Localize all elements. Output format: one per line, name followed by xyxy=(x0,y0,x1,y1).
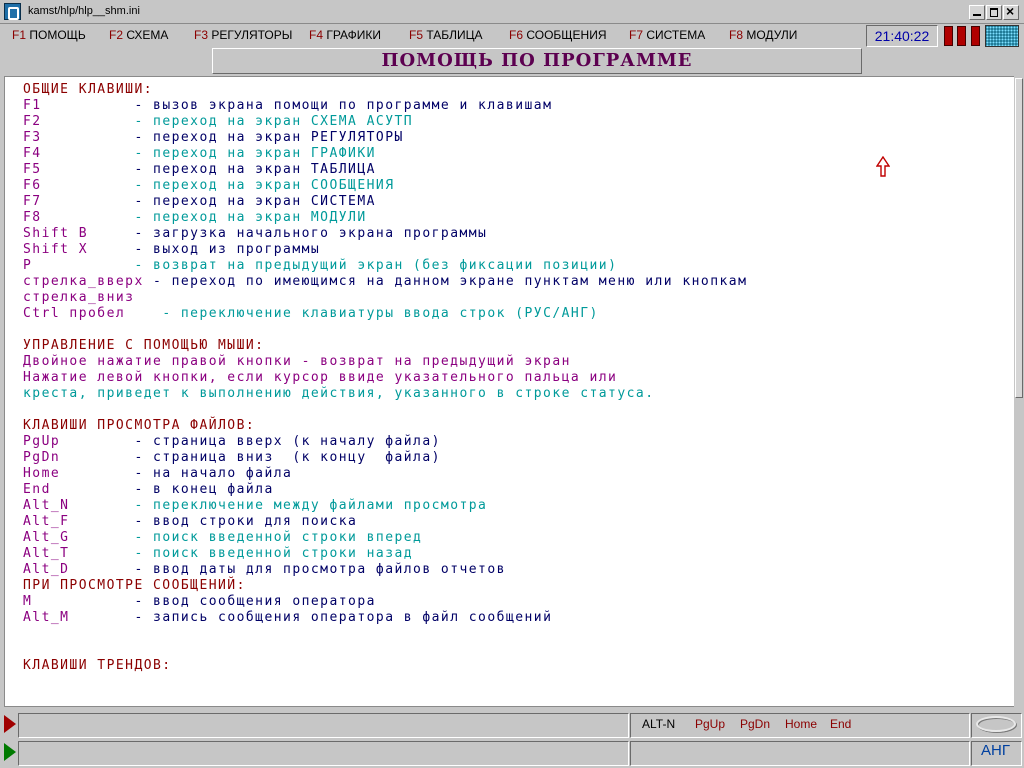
help-row: F5 - переход на экран ТАБЛИЦА xyxy=(23,162,376,177)
help-row: PgUp - страница вверх (к началу файла) xyxy=(23,434,441,449)
help-row: Alt_T - поиск введенной строки назад xyxy=(23,546,414,561)
help-row: PgDn - страница вниз (к концу файла) xyxy=(23,450,441,465)
menu-item-regulators[interactable]: F3 РЕГУЛЯТОРЫ xyxy=(194,28,292,42)
menu-item-graphs[interactable]: F4 ГРАФИКИ xyxy=(309,28,381,42)
status-grid-indicator[interactable] xyxy=(985,25,1019,47)
status-message-field xyxy=(18,713,629,738)
help-row: Alt_D - ввод даты для просмотра файлов о… xyxy=(23,562,506,577)
alarm-triangle-icon[interactable] xyxy=(4,715,16,733)
help-row: F7 - переход на экран СИСТЕМА xyxy=(23,194,376,209)
help-row: F3 - переход на экран РЕГУЛЯТОРЫ xyxy=(23,130,404,145)
section-title-mouse: УПРАВЛЕНИЕ С ПОМОЩЬЮ МЫШИ: xyxy=(23,338,265,353)
help-row: F1 - вызов экрана помощи по программе и … xyxy=(23,98,553,113)
help-row: стрелка_вверх - переход по имеющимся на … xyxy=(23,274,748,289)
help-row: F6 - переход на экран СООБЩЕНИЯ xyxy=(23,178,395,193)
help-row: Alt_M - запись сообщения оператора в фай… xyxy=(23,610,553,625)
section-title-viewer: КЛАВИШИ ПРОСМОТРА ФАЙЛОВ: xyxy=(23,418,256,433)
status-message-field xyxy=(18,741,629,766)
clock: 21:40:22 xyxy=(866,25,938,47)
scroll-thumb[interactable] xyxy=(1015,78,1023,398)
menu-item-scheme[interactable]: F2 СХЕМА xyxy=(109,28,168,42)
alarm-indicator xyxy=(944,26,953,46)
alarm-indicator xyxy=(957,26,966,46)
section-title-messages: ПРИ ПРОСМОТРЕ СООБЩЕНИЙ: xyxy=(23,578,246,593)
help-row: P - возврат на предыдущий экран (без фик… xyxy=(23,258,618,273)
mouse-help-line: креста, приведет к выполнению действия, … xyxy=(23,386,655,401)
help-row: M - ввод сообщения оператора xyxy=(23,594,376,609)
mouse-help-line: Двойное нажатие правой кнопки - возврат … xyxy=(23,354,571,369)
menu-item-help[interactable]: F1 ПОМОЩЬ xyxy=(12,28,86,42)
menu-bar: F1 ПОМОЩЬ F2 СХЕМА F3 РЕГУЛЯТОРЫ F4 ГРАФ… xyxy=(4,24,866,48)
help-row: F8 - переход на экран МОДУЛИ xyxy=(23,210,367,225)
hotkey-pgup[interactable]: PgUp xyxy=(695,717,725,731)
ok-triangle-icon[interactable] xyxy=(4,743,16,761)
menu-item-messages[interactable]: F6 СООБЩЕНИЯ xyxy=(509,28,607,42)
help-row: Ctrl пробел - переключение клавиатуры вв… xyxy=(23,306,599,321)
hotkey-end[interactable]: End xyxy=(830,717,851,731)
app-icon[interactable] xyxy=(4,3,21,20)
help-row: Home - на начало файла xyxy=(23,466,293,481)
hotkey-alt-n[interactable]: ALT-N xyxy=(642,717,675,731)
maximize-button[interactable] xyxy=(986,5,1002,20)
help-row: F4 - переход на экран ГРАФИКИ xyxy=(23,146,376,161)
help-row: Shift B - загрузка начального экрана про… xyxy=(23,226,488,241)
minimize-button[interactable] xyxy=(969,5,985,20)
section-title-general: ОБЩИЕ КЛАВИШИ: xyxy=(23,82,154,97)
menu-item-modules[interactable]: F8 МОДУЛИ xyxy=(729,28,797,42)
window-titlebar[interactable] xyxy=(0,0,1024,24)
mouse-cursor-icon xyxy=(876,156,890,177)
help-row: End - в конец файла xyxy=(23,482,274,497)
help-row: Alt_G - поиск введенной строки вперед xyxy=(23,530,423,545)
keyboard-language-indicator[interactable]: АНГ xyxy=(971,742,1020,759)
hotkey-pgdn[interactable]: PgDn xyxy=(740,717,770,731)
hotkey-home[interactable]: Home xyxy=(785,717,817,731)
help-row: Alt_F - ввод строки для поиска xyxy=(23,514,358,529)
oval-indicator-icon xyxy=(976,716,1016,732)
window-title: kamst/hlp/hlp__shm.ini xyxy=(28,5,140,17)
section-title-trends: КЛАВИШИ ТРЕНДОВ: xyxy=(23,658,172,673)
menu-item-system[interactable]: F7 СИСТЕМА xyxy=(629,28,705,42)
mouse-help-line: Нажатие левой кнопки, если курсор ввиде … xyxy=(23,370,618,385)
alarm-indicator xyxy=(971,26,980,46)
help-row: стрелка_вниз xyxy=(23,290,135,305)
menu-item-table[interactable]: F5 ТАБЛИЦА xyxy=(409,28,483,42)
status-info-field xyxy=(630,741,970,766)
help-row: F2 - переход на экран СХЕМА АСУТП xyxy=(23,114,414,129)
help-row: Shift X - выход из программы xyxy=(23,242,321,257)
page-title: ПОМОЩЬ ПО ПРОГРАММЕ xyxy=(212,48,862,74)
close-button[interactable] xyxy=(1003,3,1019,20)
help-row: Alt_N - переключение между файлами просм… xyxy=(23,498,488,513)
